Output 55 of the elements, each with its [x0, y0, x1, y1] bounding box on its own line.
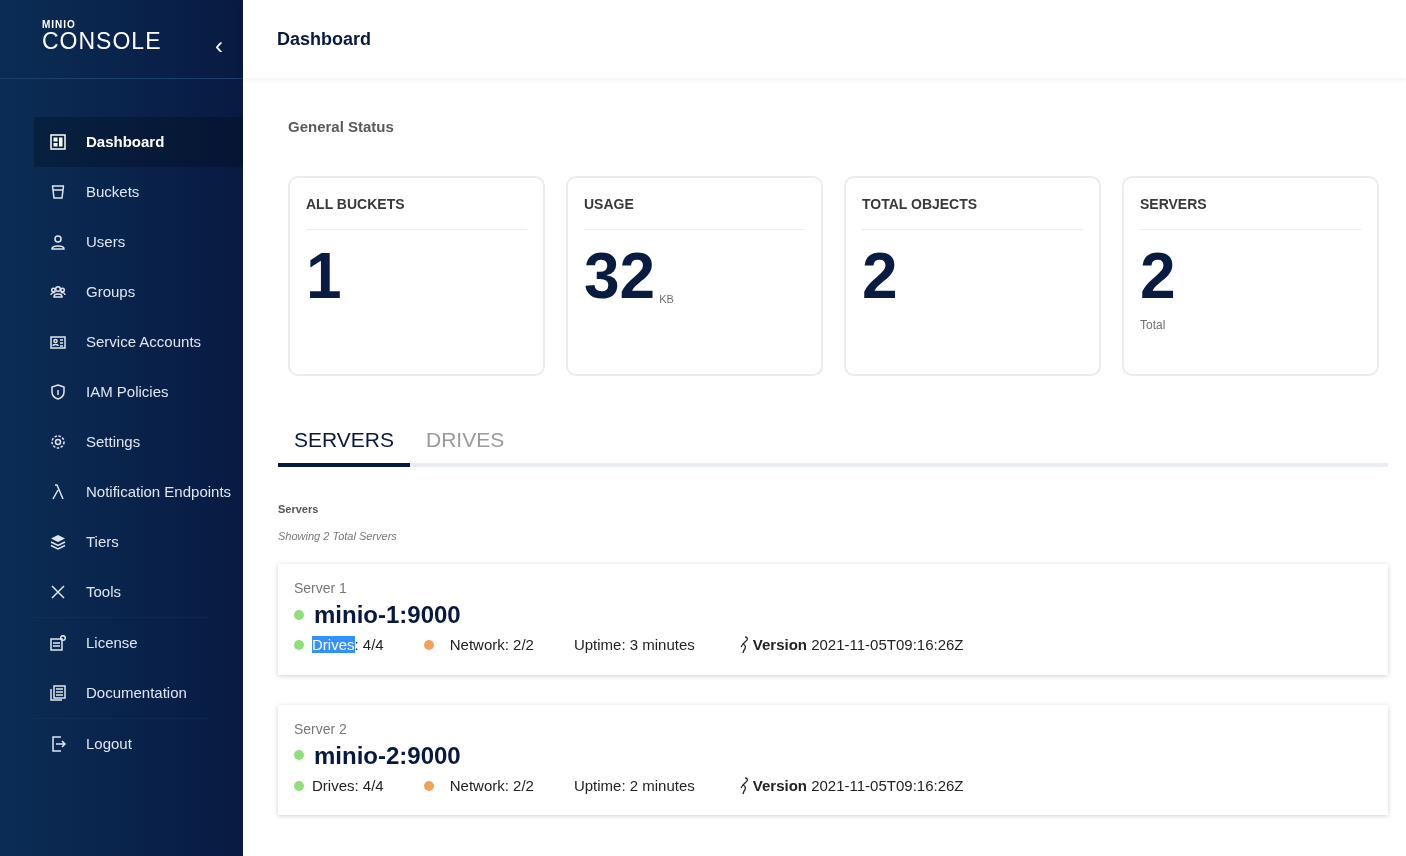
stat-value: 2: [862, 243, 898, 308]
card-title: TOTAL OBJECTS: [862, 193, 1083, 230]
server-name: minio-2:9000: [314, 740, 461, 771]
bucket-icon: [50, 184, 66, 200]
stat-value: 1: [306, 243, 342, 308]
server-name: minio-1:9000: [314, 600, 461, 630]
drives-status: Drives: 4/4: [312, 635, 384, 656]
layers-icon: [50, 534, 66, 550]
page-title: Dashboard: [243, 0, 1406, 78]
nav-item[interactable]: Groups: [34, 267, 243, 317]
shield-icon: [50, 384, 66, 400]
server-label: Server 2: [294, 719, 348, 739]
nav-item[interactable]: IAM Policies: [34, 367, 243, 417]
nav-item[interactable]: Dashboard: [34, 117, 243, 167]
list-title: Servers: [278, 502, 320, 517]
collapse-button[interactable]: ‹: [213, 34, 225, 58]
account-icon: [50, 334, 66, 350]
tab[interactable]: SERVERS: [278, 413, 410, 467]
server-label: Server 1: [294, 579, 348, 598]
nav-item[interactable]: Settings: [34, 417, 243, 467]
version-text: Version 2021-11-05T09:16:26Z: [752, 635, 964, 656]
stat-value: 2: [1140, 243, 1176, 308]
docs-icon: [50, 685, 66, 701]
uptime-text: Uptime: 3 minutes: [573, 635, 695, 656]
network-status: Network: 2/2: [449, 635, 534, 656]
card-title: SERVERS: [1140, 193, 1361, 230]
stat-unit: KB: [659, 292, 674, 307]
logo-brand: MINIO: [42, 20, 77, 30]
dashboard-icon: [50, 134, 66, 150]
nav-item[interactable]: Logout: [34, 719, 243, 769]
nav-item[interactable]: Tiers: [34, 517, 243, 567]
uptime-text: Uptime: 2 minutes: [573, 775, 695, 796]
gear-icon: [50, 434, 66, 450]
section-title: General Status: [288, 117, 395, 137]
user-icon: [50, 234, 66, 250]
network-status: Network: 2/2: [449, 775, 534, 796]
nav-item[interactable]: Users: [34, 217, 243, 267]
nav-item[interactable]: License: [34, 618, 243, 668]
nav-item[interactable]: Notification Endpoints: [34, 467, 243, 517]
logout-icon: [50, 736, 66, 752]
nav-item[interactable]: Service Accounts: [34, 317, 243, 367]
card-title: USAGE: [584, 193, 805, 230]
license-icon: [50, 635, 66, 651]
version-text: Version 2021-11-05T09:16:26Z: [752, 775, 964, 796]
nav-item[interactable]: Buckets: [34, 167, 243, 217]
card-title: ALL BUCKETS: [306, 193, 527, 230]
nav-item[interactable]: Documentation: [34, 668, 243, 718]
stat-value: 32: [584, 243, 656, 308]
nav-item[interactable]: Tools: [34, 567, 243, 617]
list-subtitle: Showing 2 Total Servers: [278, 528, 398, 544]
group-icon: [50, 284, 66, 300]
logo-text: CONSOLE: [42, 30, 162, 53]
stat-caption: Total: [1140, 316, 1167, 334]
drives-status: Drives: 4/4: [312, 775, 384, 796]
lambda-icon: [50, 484, 66, 500]
